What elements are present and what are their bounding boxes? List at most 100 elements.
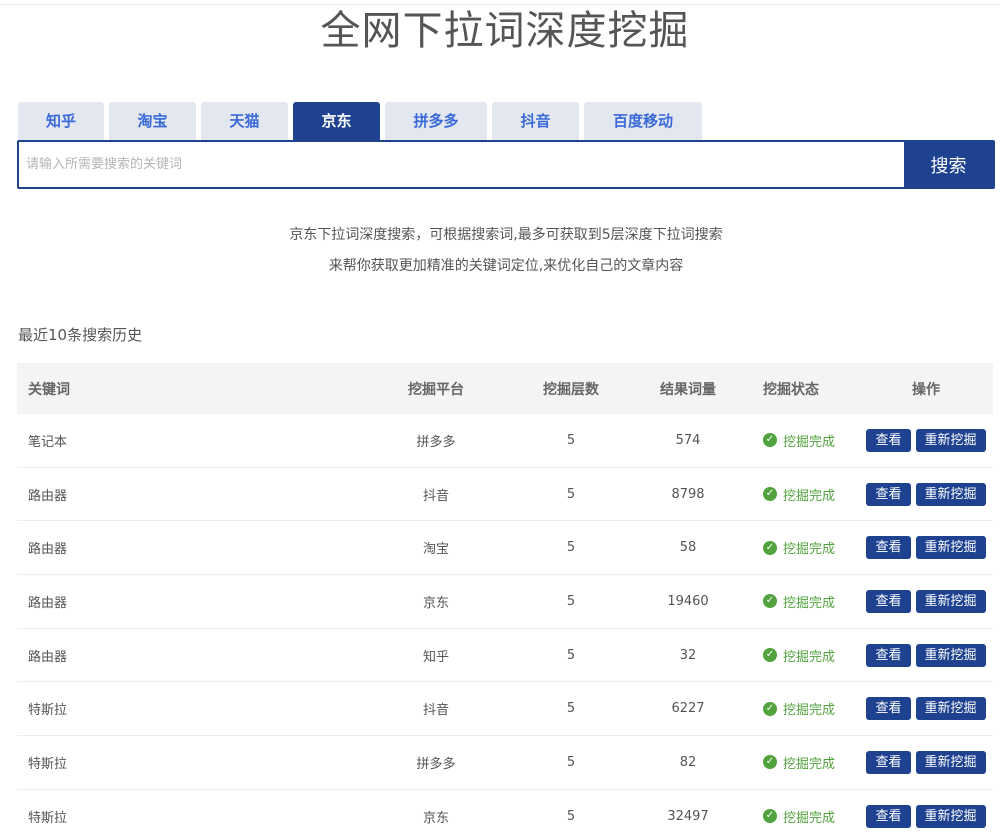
view-button[interactable]: 查看 xyxy=(866,536,911,560)
check-circle-icon: ✓ xyxy=(763,701,777,716)
cell-count: 6227 xyxy=(671,701,705,717)
view-button[interactable]: 查看 xyxy=(866,589,911,613)
table-header: 关键词 挖掘平台 挖掘层数 结果词量 挖掘状态 操作 xyxy=(17,363,993,414)
platform-tabs: 知乎 淘宝 天猫 京东 拼多多 抖音 百度移动 xyxy=(18,102,707,141)
cell-depth: 5 xyxy=(566,754,576,770)
cell-keyword: 特斯拉 xyxy=(28,703,68,719)
cell-keyword: 路由器 xyxy=(28,488,68,504)
table-row: 特斯拉 抖音 5 6227 ✓ 挖掘完成 查看 重新挖掘 xyxy=(17,682,993,737)
cell-count: 32 xyxy=(679,647,697,663)
view-button[interactable]: 查看 xyxy=(866,697,911,721)
cell-count: 82 xyxy=(679,754,697,770)
tab-zhihu[interactable]: 知乎 xyxy=(18,102,104,141)
cell-platform: 京东 xyxy=(422,810,449,826)
cell-status: ✓ 挖掘完成 xyxy=(763,807,859,826)
check-circle-icon: ✓ xyxy=(763,755,777,770)
remine-button[interactable]: 重新挖掘 xyxy=(915,589,986,613)
header-depth: 挖掘层数 xyxy=(543,381,599,398)
search-input[interactable] xyxy=(19,142,904,187)
cell-ops: 查看 重新挖掘 xyxy=(859,643,993,667)
check-circle-icon: ✓ xyxy=(763,487,777,502)
status-text: 挖掘完成 xyxy=(783,756,836,772)
header-ops: 操作 xyxy=(912,381,940,398)
intro-line-1: 京东下拉词深度搜索，可根据搜索词,最多可获取到5层深度下拉词搜索 xyxy=(289,227,723,243)
status-text: 挖掘完成 xyxy=(783,810,836,826)
header-platform: 挖掘平台 xyxy=(408,381,464,398)
view-button[interactable]: 查看 xyxy=(866,750,911,774)
check-circle-icon: ✓ xyxy=(763,540,777,555)
status-text: 挖掘完成 xyxy=(783,434,836,450)
table-row: 特斯拉 拼多多 5 82 ✓ 挖掘完成 查看 重新挖掘 xyxy=(17,736,993,790)
status-text: 挖掘完成 xyxy=(783,649,836,665)
cell-count: 8798 xyxy=(671,486,705,502)
tab-tmall[interactable]: 天猫 xyxy=(201,102,288,141)
intro-text: 京东下拉词深度搜索，可根据搜索词,最多可获取到5层深度下拉词搜索 来帮你获取更加… xyxy=(0,220,1000,282)
cell-platform: 拼多多 xyxy=(416,434,456,450)
cell-depth: 5 xyxy=(566,540,576,556)
status-text: 挖掘完成 xyxy=(783,488,836,504)
cell-depth: 5 xyxy=(566,486,576,502)
tab-douyin[interactable]: 抖音 xyxy=(492,102,579,141)
table-row: 路由器 淘宝 5 58 ✓ 挖掘完成 查看 重新挖掘 xyxy=(17,521,993,576)
tab-jd[interactable]: 京东 xyxy=(293,102,380,141)
remine-button[interactable]: 重新挖掘 xyxy=(915,536,986,560)
history-title: 最近10条搜索历史 xyxy=(18,326,143,344)
cell-keyword: 路由器 xyxy=(28,595,68,611)
cell-platform: 抖音 xyxy=(422,703,449,719)
status-text: 挖掘完成 xyxy=(783,595,836,611)
cell-ops: 查看 重新挖掘 xyxy=(859,536,993,560)
status-text: 挖掘完成 xyxy=(783,703,836,719)
table-body: 笔记本 拼多多 5 574 ✓ 挖掘完成 查看 重新挖掘 路由器 抖音 5 87… xyxy=(17,414,993,836)
header-count: 结果词量 xyxy=(660,381,716,398)
cell-count: 32497 xyxy=(667,808,709,824)
cell-platform: 淘宝 xyxy=(422,542,449,558)
header-keyword: 关键词 xyxy=(28,381,70,398)
header-status: 挖掘状态 xyxy=(763,381,819,398)
cell-depth: 5 xyxy=(566,432,576,448)
check-circle-icon: ✓ xyxy=(763,594,777,609)
table-row: 路由器 京东 5 19460 ✓ 挖掘完成 查看 重新挖掘 xyxy=(17,575,993,629)
check-circle-icon: ✓ xyxy=(763,433,777,448)
cell-ops: 查看 重新挖掘 xyxy=(859,428,993,452)
table-row: 笔记本 拼多多 5 574 ✓ 挖掘完成 查看 重新挖掘 xyxy=(17,414,993,468)
cell-status: ✓ 挖掘完成 xyxy=(763,538,859,557)
search-button[interactable]: 搜索 xyxy=(904,142,993,187)
view-button[interactable]: 查看 xyxy=(866,804,911,828)
table-row: 路由器 知乎 5 32 ✓ 挖掘完成 查看 重新挖掘 xyxy=(17,629,993,683)
cell-depth: 5 xyxy=(566,647,576,663)
cell-status: ✓ 挖掘完成 xyxy=(763,592,859,611)
cell-platform: 知乎 xyxy=(422,649,449,665)
remine-button[interactable]: 重新挖掘 xyxy=(915,804,986,828)
remine-button[interactable]: 重新挖掘 xyxy=(915,750,986,774)
cell-status: ✓ 挖掘完成 xyxy=(763,699,859,718)
check-circle-icon: ✓ xyxy=(763,648,777,663)
cell-count: 574 xyxy=(675,432,701,448)
cell-ops: 查看 重新挖掘 xyxy=(859,750,993,774)
remine-button[interactable]: 重新挖掘 xyxy=(915,482,986,506)
view-button[interactable]: 查看 xyxy=(866,482,911,506)
cell-keyword: 特斯拉 xyxy=(28,756,68,772)
view-button[interactable]: 查看 xyxy=(866,643,911,667)
tab-pinduoduo[interactable]: 拼多多 xyxy=(385,102,487,141)
cell-status: ✓ 挖掘完成 xyxy=(763,431,859,450)
remine-button[interactable]: 重新挖掘 xyxy=(915,697,986,721)
intro-line-2: 来帮你获取更加精准的关键词定位,来优化自己的文章内容 xyxy=(328,258,684,274)
cell-status: ✓ 挖掘完成 xyxy=(763,753,859,772)
view-button[interactable]: 查看 xyxy=(866,428,911,452)
table-row: 路由器 抖音 5 8798 ✓ 挖掘完成 查看 重新挖掘 xyxy=(17,468,993,522)
cell-keyword: 路由器 xyxy=(28,542,68,558)
search-bar: 搜索 xyxy=(17,140,995,189)
cell-depth: 5 xyxy=(566,808,576,824)
cell-ops: 查看 重新挖掘 xyxy=(859,589,993,613)
tab-taobao[interactable]: 淘宝 xyxy=(109,102,196,141)
cell-status: ✓ 挖掘完成 xyxy=(763,646,859,665)
remine-button[interactable]: 重新挖掘 xyxy=(915,643,986,667)
cell-platform: 京东 xyxy=(422,595,449,611)
remine-button[interactable]: 重新挖掘 xyxy=(915,428,986,452)
cell-depth: 5 xyxy=(566,593,576,609)
cell-ops: 查看 重新挖掘 xyxy=(859,697,993,721)
cell-status: ✓ 挖掘完成 xyxy=(763,485,859,504)
tab-baidu-mobile[interactable]: 百度移动 xyxy=(584,102,702,141)
check-circle-icon: ✓ xyxy=(763,809,777,824)
cell-keyword: 路由器 xyxy=(28,649,68,665)
